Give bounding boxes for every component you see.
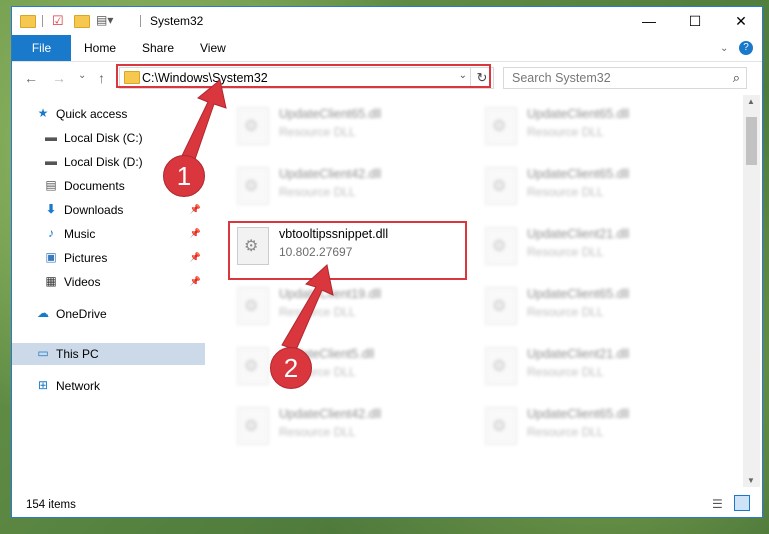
callout-1: 1 xyxy=(163,155,205,197)
annotation-arrows xyxy=(177,79,334,351)
callout-2: 2 xyxy=(270,347,312,389)
arrow-2-icon xyxy=(281,264,334,351)
